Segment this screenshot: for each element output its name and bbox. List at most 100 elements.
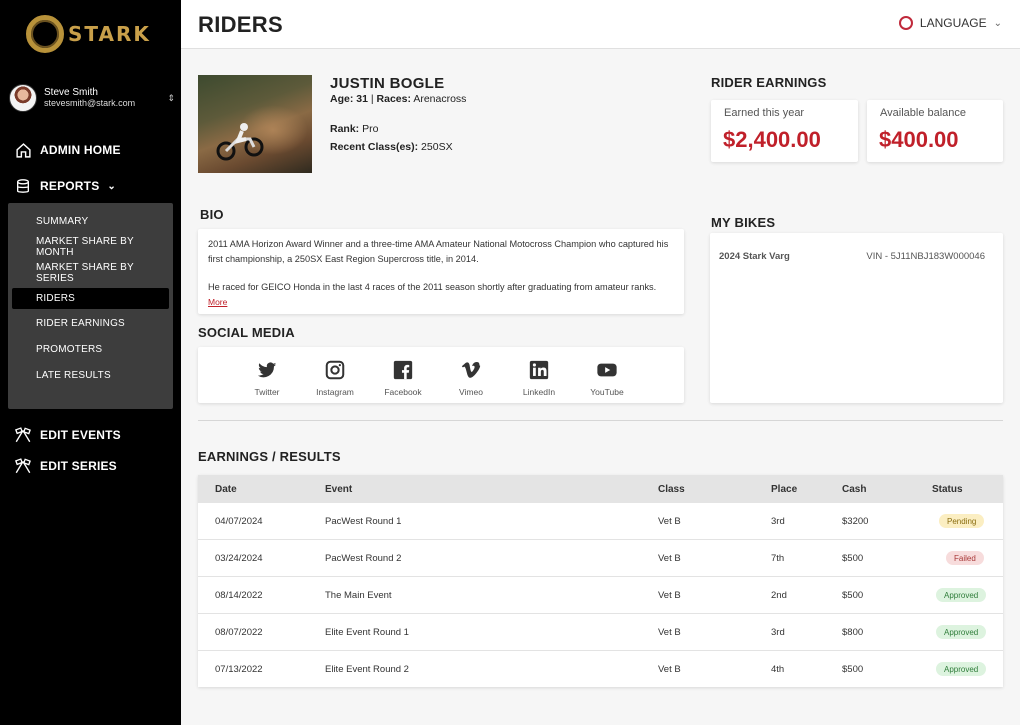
cell-date: 08/14/2022 [215,590,263,601]
nav-edit-series[interactable]: EDIT SERIES [14,457,117,475]
column-header-event[interactable]: Event [325,484,352,495]
cell-event: The Main Event [325,590,392,601]
bike-name: 2024 Stark Varg [719,251,790,262]
social-label: YouTube [590,387,624,397]
cell-class: Vet B [658,553,681,564]
checkered-flags-icon [14,457,32,475]
nav-admin-home-label: ADMIN HOME [40,143,121,157]
bike-vin: VIN - 5J11NBJ183W000046 [866,251,985,262]
cell-date: 08/07/2022 [215,627,263,638]
page-title: RIDERS [198,12,283,37]
cell-cash: $500 [842,664,864,675]
cell-cash: $800 [842,627,864,638]
chevron-down-icon: ⌄ [107,180,117,192]
column-header-status[interactable]: Status [932,484,963,495]
column-header-cash[interactable]: Cash [842,484,866,495]
facebook-icon [393,360,413,380]
my-bikes-title: MY BIKES [711,215,776,230]
social-label: Vimeo [459,387,483,397]
nav-admin-home[interactable]: ADMIN HOME [14,141,121,159]
section-divider [198,420,1003,421]
submenu-item-market-share-by-series[interactable]: MARKET SHARE BY SERIES [12,262,169,284]
brand-name: STARK [68,22,151,46]
cell-class: Vet B [658,627,681,638]
cell-cash: $500 [842,590,864,601]
instagram-icon [325,360,345,380]
cell-place: 3rd [771,516,785,527]
table-row[interactable]: 03/24/2024 PacWest Round 2 Vet B 7th $50… [198,540,1003,577]
social-twitter[interactable]: Twitter [242,359,292,397]
chevron-updown-icon: ⇕ [167,92,175,103]
column-header-class[interactable]: Class [658,484,685,495]
cell-event: PacWest Round 2 [325,553,402,564]
submenu-item-late-results[interactable]: LATE RESULTS [12,365,169,386]
earnings-results-title: EARNINGS / RESULTS [198,449,341,464]
social-youtube[interactable]: YouTube [582,359,632,397]
cell-cash: $3200 [842,516,869,527]
nav-reports[interactable]: REPORTS ⌄ [14,177,116,195]
vimeo-icon [461,362,481,378]
table-row[interactable]: 08/07/2022 Elite Event Round 1 Vet B 3rd… [198,614,1003,651]
motocross-rider-image [216,123,264,161]
social-media-card: Twitter Instagram Facebook Vimeo LinkedI… [198,347,684,403]
social-label: Facebook [384,387,422,397]
globe-icon [898,16,913,30]
cell-event: Elite Event Round 1 [325,627,409,638]
cell-date: 04/07/2024 [215,516,263,527]
rider-rank: Rank: Pro [330,123,379,135]
my-bikes-card: 2024 Stark Varg VIN - 5J11NBJ183W000046 [710,233,1003,403]
language-selector[interactable]: LANGUAGE ⌄ [898,16,1002,30]
nav-edit-events[interactable]: EDIT EVENTS [14,426,121,444]
table-row[interactable]: 07/13/2022 Elite Event Round 2 Vet B 4th… [198,651,1003,688]
nav-reports-label: REPORTS [40,179,100,193]
bio-more-link[interactable]: More [208,297,227,307]
social-linkedin[interactable]: LinkedIn [514,359,564,397]
rider-classes: Recent Class(es): 250SX [330,141,453,153]
cell-class: Vet B [658,516,681,527]
cell-cash: $500 [842,553,864,564]
balance-label: Available balance [880,107,967,119]
submenu-item-rider-earnings[interactable]: RIDER EARNINGS [12,313,169,334]
cell-event: Elite Event Round 2 [325,664,409,675]
results-table: Date Event Class Place Cash Status 04/07… [198,475,1003,687]
status-badge: Failed [946,551,984,565]
social-media-title: SOCIAL MEDIA [198,325,295,340]
cell-class: Vet B [658,590,681,601]
submenu-item-riders[interactable]: RIDERS [12,288,169,309]
bio-title: BIO [200,207,224,222]
available-balance-card: Available balance $400.00 [867,100,1003,162]
social-instagram[interactable]: Instagram [310,359,360,397]
sidebar: STARK Steve Smith stevesmith@stark.com ⇕… [0,0,181,725]
social-label: Twitter [254,387,280,397]
submenu-item-market-share-by-month[interactable]: MARKET SHARE BY MONTH [12,236,169,258]
reports-submenu: SUMMARY MARKET SHARE BY MONTH MARKET SHA… [8,203,173,409]
home-icon [14,141,32,159]
table-row[interactable]: 04/07/2024 PacWest Round 1 Vet B 3rd $32… [198,503,1003,540]
twitter-icon [257,362,277,378]
column-header-date[interactable]: Date [215,484,237,495]
status-badge: Approved [936,662,987,676]
social-facebook[interactable]: Facebook [378,359,428,397]
bio-paragraph-2: He raced for GEICO Honda in the last 4 r… [208,282,657,292]
user-name: Steve Smith [44,87,98,98]
status-badge: Approved [936,588,987,602]
submenu-item-summary[interactable]: SUMMARY [12,211,169,232]
bio-card: 2011 AMA Horizon Award Winner and a thre… [198,229,684,314]
table-row[interactable]: 08/14/2022 The Main Event Vet B 2nd $500… [198,577,1003,614]
stark-logo[interactable]: STARK [26,14,156,54]
cell-place: 3rd [771,627,785,638]
rider-earnings-title: RIDER EARNINGS [711,75,827,90]
database-icon [14,177,32,195]
user-menu[interactable]: Steve Smith stevesmith@stark.com ⇕ [9,84,175,112]
social-label: LinkedIn [522,387,556,397]
rider-age-races: Age: 31 | Races: Arenacross [330,93,467,105]
earned-this-year-card: Earned this year $2,400.00 [711,100,858,162]
submenu-item-promoters[interactable]: PROMOTERS [12,339,169,360]
balance-value: $400.00 [879,127,959,152]
social-vimeo[interactable]: Vimeo [446,359,496,397]
social-label: Instagram [316,387,354,397]
rider-photo [198,75,312,173]
table-header: Date Event Class Place Cash Status [198,475,1003,503]
column-header-place[interactable]: Place [771,484,797,495]
linkedin-icon [529,360,549,380]
